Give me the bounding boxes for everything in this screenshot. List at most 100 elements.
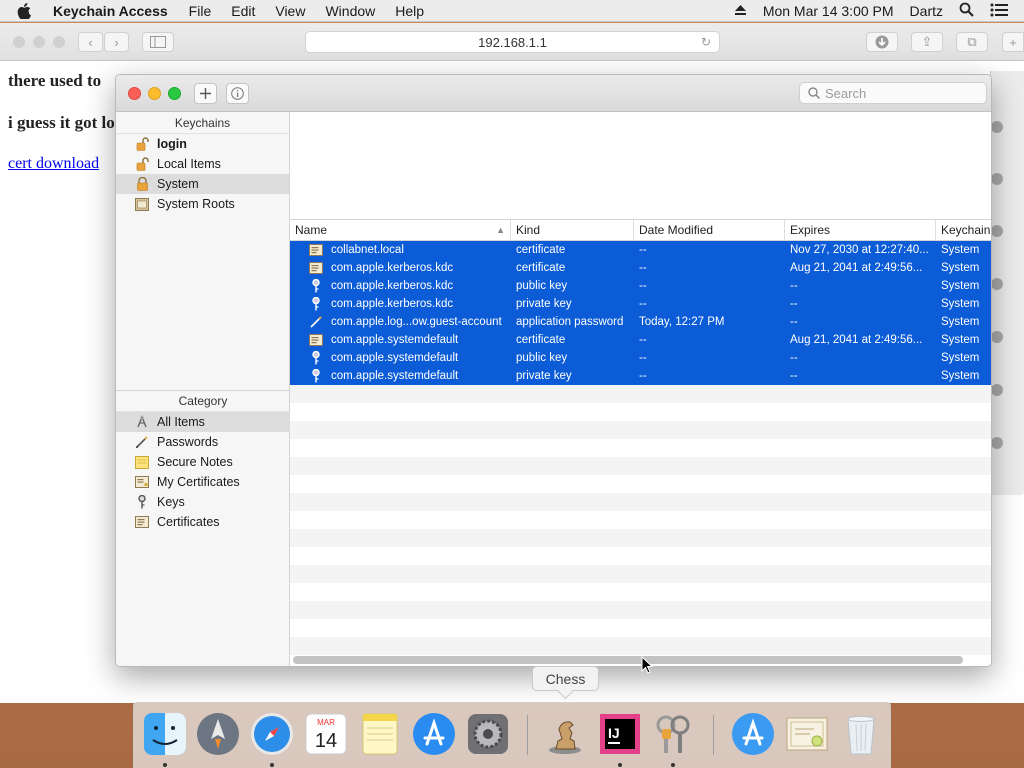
cell-expires: Nov 27, 2030 at 12:27:40...	[790, 244, 929, 256]
table-row[interactable]: collabnet.local certificate -- Nov 27, 2030…	[290, 241, 991, 259]
eject-icon[interactable]	[734, 4, 747, 19]
chess-icon[interactable]	[542, 711, 588, 757]
search-input[interactable]	[825, 85, 975, 101]
add-item-button[interactable]	[194, 83, 217, 104]
category-all-items[interactable]: All Items	[116, 412, 290, 432]
column-header-kind[interactable]: Kind	[511, 220, 634, 240]
key-icon	[308, 279, 324, 293]
item-name-text: com.apple.systemdefault	[331, 370, 459, 382]
menu-bar: Keychain Access File Edit View Window He…	[0, 0, 1024, 22]
magnifier-icon[interactable]	[991, 121, 1003, 133]
certificate-icon	[308, 261, 324, 275]
item-name-text: com.apple.kerberos.kdc	[331, 262, 454, 274]
safari-icon[interactable]	[249, 711, 295, 757]
column-header-name[interactable]: Name ▲	[290, 220, 511, 240]
column-header-expires[interactable]: Expires	[785, 220, 936, 240]
category-passwords[interactable]: Passwords	[116, 432, 290, 452]
finder-icon[interactable]	[142, 711, 188, 757]
forward-button[interactable]: ›	[104, 32, 129, 52]
sidebar-item-system-roots[interactable]: System Roots	[116, 194, 289, 214]
cell-expires: --	[790, 280, 798, 292]
table-row[interactable]: com.apple.log...ow.guest-account applicat…	[290, 313, 991, 331]
safari-minimize-button[interactable]	[33, 36, 45, 48]
spotlight-icon[interactable]	[959, 2, 974, 20]
category-my-certificates[interactable]: My Certificates	[116, 472, 290, 492]
apple-menu-icon[interactable]	[17, 2, 39, 19]
table-row[interactable]: com.apple.kerberos.kdc certificate -- Aug 2…	[290, 259, 991, 277]
running-indicator	[671, 763, 675, 767]
mouse-cursor-icon	[641, 656, 653, 674]
menu-clock[interactable]: Mon Mar 14 3:00 PM	[763, 3, 894, 19]
sort-ascending-icon: ▲	[496, 225, 505, 235]
column-header-keychain[interactable]: Keychain	[936, 220, 991, 240]
new-tab-button[interactable]: +	[1002, 32, 1024, 52]
cell-name: com.apple.kerberos.kdc	[290, 279, 511, 293]
magnifier-icon[interactable]	[991, 437, 1003, 449]
magnifier-icon[interactable]	[991, 173, 1003, 185]
tabs-overview-button[interactable]: ⧉	[956, 32, 988, 52]
category-secure-notes[interactable]: Secure Notes	[116, 452, 290, 472]
menu-edit[interactable]: Edit	[231, 3, 255, 19]
table-row[interactable]: com.apple.systemdefault public key -- -- Sys…	[290, 349, 991, 367]
menu-app-name[interactable]: Keychain Access	[53, 3, 168, 19]
notification-center-icon[interactable]	[990, 3, 1008, 20]
web-page-content: there used to i guess it got los cert do…	[8, 71, 121, 173]
table-row[interactable]: com.apple.systemdefault private key -- -- Sy…	[290, 367, 991, 385]
magnifier-icon[interactable]	[991, 331, 1003, 343]
menu-file[interactable]: File	[189, 3, 212, 19]
magnifier-icon[interactable]	[991, 384, 1003, 396]
table-row[interactable]: com.apple.systemdefault certificate -- Aug …	[290, 331, 991, 349]
search-field[interactable]	[799, 82, 987, 104]
sidebar-item-login[interactable]: login	[116, 134, 289, 154]
share-button[interactable]: ⇪	[911, 32, 943, 52]
category-certificates[interactable]: Certificates	[116, 512, 290, 532]
calendar-icon[interactable]: MAR 14	[303, 711, 349, 757]
menu-window[interactable]: Window	[325, 3, 375, 19]
downloads-button[interactable]	[866, 32, 898, 52]
table-row[interactable]: com.apple.kerberos.kdc private key -- -- Sys…	[290, 295, 991, 313]
sidebar-toggle-button[interactable]	[142, 32, 174, 52]
cell-name: collabnet.local	[290, 243, 511, 257]
trash-icon[interactable]	[838, 711, 884, 757]
category-label: Keys	[157, 495, 185, 509]
app-store-icon[interactable]	[411, 711, 457, 757]
magnifier-icon[interactable]	[991, 225, 1003, 237]
menu-view[interactable]: View	[275, 3, 305, 19]
download-icon	[875, 35, 889, 49]
category-keys[interactable]: Keys	[116, 492, 290, 512]
notes-icon[interactable]	[357, 711, 403, 757]
sidebar-item-label: System	[157, 177, 199, 191]
system-preferences-icon[interactable]	[465, 711, 511, 757]
address-bar[interactable]: 192.168.1.1 ↻	[305, 31, 720, 53]
magnifier-icon[interactable]	[991, 278, 1003, 290]
close-button[interactable]	[128, 87, 141, 100]
menu-user[interactable]: Dartz	[910, 3, 943, 19]
empty-row	[290, 457, 991, 475]
certificate-file-icon[interactable]	[784, 711, 830, 757]
back-button[interactable]: ‹	[78, 32, 103, 52]
cert-download-link[interactable]: cert download	[8, 155, 99, 172]
safari-close-button[interactable]	[13, 36, 25, 48]
sidebar-item-system[interactable]: System	[116, 174, 289, 194]
cell-keychain: System	[941, 280, 980, 292]
minimize-button[interactable]	[148, 87, 161, 100]
keychains-header: Keychains	[116, 112, 289, 134]
column-header-date-modified[interactable]: Date Modified	[634, 220, 785, 240]
safari-zoom-button[interactable]	[53, 36, 65, 48]
zoom-button[interactable]	[168, 87, 181, 100]
sidebar-item-local-items[interactable]: Local Items	[116, 154, 289, 174]
cell-expires: --	[790, 316, 798, 328]
intellij-label: IJ	[608, 725, 620, 741]
intellij-icon[interactable]: IJ	[597, 711, 643, 757]
keychain-access-icon[interactable]	[650, 711, 696, 757]
cell-kind: public key	[516, 352, 568, 364]
launchpad-icon[interactable]	[195, 711, 241, 757]
reload-icon[interactable]: ↻	[701, 35, 711, 49]
cell-kind: public key	[516, 280, 568, 292]
empty-row	[290, 547, 991, 565]
get-info-button[interactable]	[226, 83, 249, 104]
table-row[interactable]: com.apple.kerberos.kdc public key -- -- Syst…	[290, 277, 991, 295]
horizontal-scrollbar[interactable]	[293, 656, 963, 664]
menu-help[interactable]: Help	[395, 3, 424, 19]
app-store-downloads-icon[interactable]	[730, 711, 776, 757]
